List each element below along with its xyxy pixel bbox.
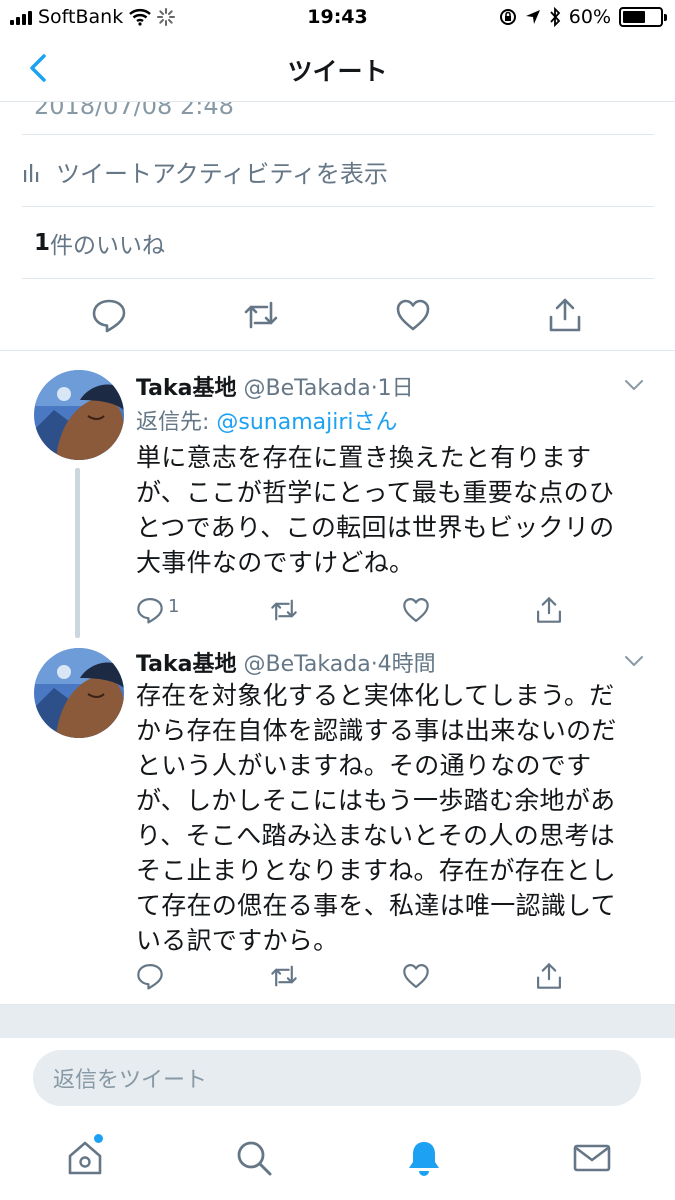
likes-summary[interactable]: 1 件のいいね [34,208,165,278]
avatar[interactable] [34,648,124,738]
tweet-actions [136,960,596,994]
main-tweet-actions [0,280,675,350]
display-name[interactable]: Taka基地 [136,376,237,401]
reply-icon[interactable] [91,297,127,333]
reply-tweet[interactable]: Taka基地 @BeTakada·4時間 存在を対象化すると実体化してしまう。だ… [0,630,675,1004]
tweet-activity-link[interactable]: ツイートアクティビティを表示 [22,136,654,206]
battery-fill [623,11,645,23]
home-icon[interactable] [65,1138,105,1178]
chevron-down-icon[interactable] [623,374,645,396]
tweet-text: 単に意志を存在に置き換えたと有りますが、ここが哲学にとって最も重要な点のひとつで… [136,443,615,577]
reply-icon[interactable] [136,596,164,624]
page-title: ツイート [287,57,388,86]
notifications-bell-icon[interactable] [404,1138,444,1178]
thread-line [75,468,80,638]
home-notification-dot [94,1134,103,1143]
status-right: 60% [499,6,667,28]
reply-input-placeholder: 返信をツイート [53,1068,208,1093]
bar-chart-icon [24,164,39,182]
section-separator [0,1004,675,1038]
display-name[interactable]: Taka基地 [136,652,237,677]
reply-input[interactable]: 返信をツイート [33,1050,641,1106]
tweet-text: 存在を対象化すると実体化してしまう。だから存在自体を認識する事は出来ないのだとい… [136,681,617,955]
reply-icon[interactable] [136,962,164,990]
bluetooth-icon [550,7,561,27]
reply-to-prefix: 返信先: [136,410,217,435]
like-heart-icon[interactable] [395,297,431,333]
handle[interactable]: @BeTakada [244,376,371,401]
tweet-header: Taka基地 @BeTakada·4時間 [136,646,436,678]
reply-count: 1 [168,596,180,617]
avatar[interactable] [34,370,124,460]
retweet-icon[interactable] [270,962,298,990]
divider [22,134,654,135]
share-icon[interactable] [535,596,563,624]
chevron-down-icon[interactable] [623,650,645,672]
messages-mail-icon[interactable] [572,1138,612,1178]
handle[interactable]: @BeTakada [244,652,371,677]
tweet-activity-label: ツイートアクティビティを表示 [56,159,388,188]
likes-label: 件のいいね [50,233,166,259]
tweet-header: Taka基地 @BeTakada·1日 [136,370,414,402]
retweet-icon[interactable] [270,596,298,624]
search-icon[interactable] [234,1138,274,1178]
retweet-icon[interactable] [243,297,279,333]
orientation-lock-icon [499,9,516,25]
divider [22,278,654,279]
tweet-time: ·1日 [370,376,414,401]
likes-count: 1 [34,230,51,256]
like-heart-icon[interactable] [402,596,430,624]
nav-bar: ツイート [0,36,675,102]
tab-bar [0,1128,675,1200]
battery-icon [619,7,667,27]
divider [22,206,654,207]
tweet-actions: 1 [136,594,596,628]
tweet-time: ·4時間 [370,652,436,677]
battery-percent: 60% [568,6,611,28]
status-bar: SoftBank 19:43 60% [0,0,675,36]
reply-tweet[interactable]: Taka基地 @BeTakada·1日 返信先: @sunamajiriさん 単… [0,350,675,640]
like-heart-icon[interactable] [402,962,430,990]
reply-to: 返信先: @sunamajiriさん [136,404,398,436]
reply-to-mention[interactable]: @sunamajiriさん [216,410,397,435]
location-icon [525,10,540,24]
share-icon[interactable] [547,297,583,333]
share-icon[interactable] [535,962,563,990]
